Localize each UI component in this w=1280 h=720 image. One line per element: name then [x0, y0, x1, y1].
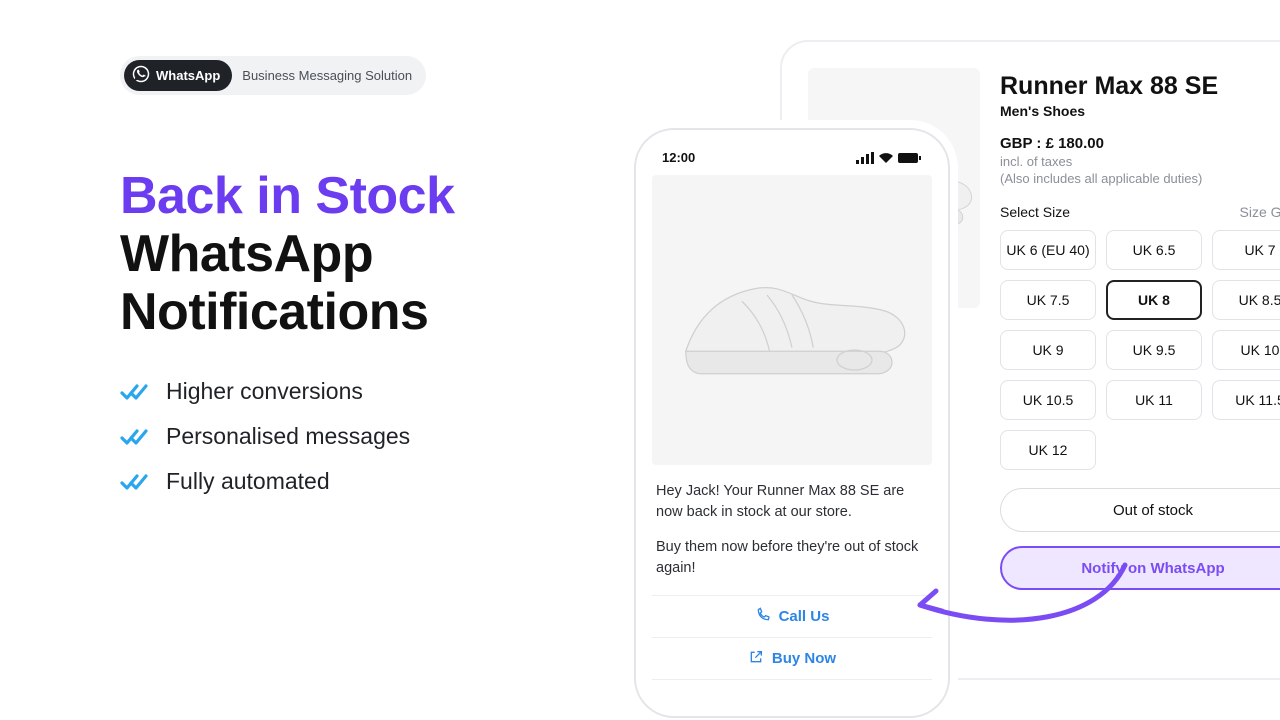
- product-tax-note: incl. of taxes: [1000, 154, 1280, 169]
- double-check-icon: [120, 381, 150, 401]
- message-line-1: Hey Jack! Your Runner Max 88 SE are now …: [656, 481, 928, 523]
- phone-mockup: 12:00 Hey Jack! Your Runner Max 88 SE ar…: [634, 128, 950, 718]
- whatsapp-badge: WhatsApp Business Messaging Solution: [120, 56, 426, 95]
- battery-icon: [898, 152, 922, 164]
- phone-product-image: [652, 175, 932, 465]
- size-grid: UK 6 (EU 40)UK 6.5UK 7UK 7.5UK 8UK 8.5UK…: [1000, 230, 1280, 470]
- size-option[interactable]: UK 7.5: [1000, 280, 1096, 320]
- benefit-item: Higher conversions: [120, 378, 580, 405]
- out-of-stock-label: Out of stock: [1113, 502, 1193, 519]
- buy-now-label: Buy Now: [772, 650, 836, 667]
- phone-icon: [755, 607, 771, 627]
- benefit-text: Personalised messages: [166, 423, 410, 450]
- badge-subtitle: Business Messaging Solution: [242, 68, 412, 83]
- size-option[interactable]: UK 9.5: [1106, 330, 1202, 370]
- size-option[interactable]: UK 7: [1212, 230, 1280, 270]
- size-label: Select Size: [1000, 204, 1070, 220]
- external-link-icon: [748, 649, 764, 669]
- out-of-stock-button: Out of stock: [1000, 488, 1280, 532]
- call-us-label: Call Us: [779, 608, 830, 625]
- double-check-icon: [120, 426, 150, 446]
- benefit-text: Fully automated: [166, 468, 330, 495]
- benefit-text: Higher conversions: [166, 378, 363, 405]
- benefits-list: Higher conversions Personalised messages F…: [120, 378, 580, 495]
- size-option[interactable]: UK 10: [1212, 330, 1280, 370]
- size-option[interactable]: UK 6 (EU 40): [1000, 230, 1096, 270]
- double-check-icon: [120, 471, 150, 491]
- cellular-icon: [856, 152, 874, 164]
- product-subtitle: Men's Shoes: [1000, 103, 1280, 119]
- size-option[interactable]: UK 10.5: [1000, 380, 1096, 420]
- call-us-button[interactable]: Call Us: [652, 596, 932, 638]
- headline-line3: Notifications: [120, 283, 428, 341]
- whatsapp-brand-text: WhatsApp: [156, 68, 220, 83]
- message-line-2: Buy them now before they're out of stock…: [656, 537, 928, 579]
- phone-status-icons: [856, 152, 922, 164]
- notify-whatsapp-button[interactable]: Notify on WhatsApp: [1000, 546, 1280, 590]
- headline-line2: WhatsApp: [120, 225, 373, 283]
- size-option[interactable]: UK 11.5: [1212, 380, 1280, 420]
- size-option[interactable]: UK 12: [1000, 430, 1096, 470]
- benefit-item: Fully automated: [120, 468, 580, 495]
- notify-whatsapp-label: Notify on WhatsApp: [1081, 560, 1224, 577]
- wifi-icon: [878, 152, 894, 164]
- whatsapp-icon: [132, 65, 150, 86]
- size-option[interactable]: UK 8: [1106, 280, 1202, 320]
- headline-accent: Back in Stock: [120, 167, 455, 225]
- size-option[interactable]: UK 6.5: [1106, 230, 1202, 270]
- product-price: GBP : £ 180.00: [1000, 135, 1280, 152]
- whatsapp-pill: WhatsApp: [124, 60, 232, 91]
- size-guide-link[interactable]: Size Guide: [1240, 204, 1280, 220]
- buy-now-button[interactable]: Buy Now: [652, 638, 932, 680]
- product-duties-note: (Also includes all applicable duties): [1000, 171, 1280, 186]
- phone-clock: 12:00: [662, 150, 695, 165]
- product-title: Runner Max 88 SE: [1000, 72, 1280, 101]
- size-option[interactable]: UK 9: [1000, 330, 1096, 370]
- benefit-item: Personalised messages: [120, 423, 580, 450]
- size-option[interactable]: UK 8.5: [1212, 280, 1280, 320]
- size-option[interactable]: UK 11: [1106, 380, 1202, 420]
- whatsapp-message: Hey Jack! Your Runner Max 88 SE are now …: [652, 481, 932, 579]
- page-headline: Back in Stock WhatsApp Notifications: [120, 167, 580, 342]
